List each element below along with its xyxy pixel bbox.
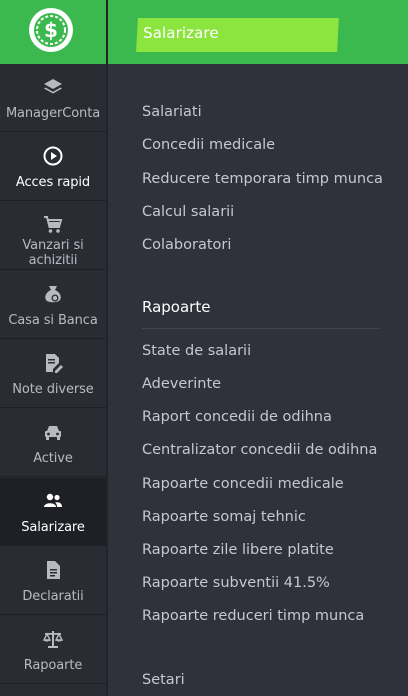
svg-text:$: $ [44, 18, 58, 42]
link-centralizator-concedii-de-odihna[interactable]: Centralizator concedii de odihna [142, 442, 377, 458]
link-reducere-temporara-timp-munca[interactable]: Reducere temporara timp munca [142, 171, 383, 187]
money-bag-icon [45, 286, 61, 303]
main-menu: Salariati Concedii medicale Reducere tem… [108, 64, 408, 696]
people-icon [44, 493, 62, 507]
sidebar-item-salarizare[interactable]: Salarizare [0, 478, 106, 546]
sidebar-item-note-diverse[interactable]: Note diverse [0, 340, 106, 408]
link-concedii-medicale[interactable]: Concedii medicale [142, 137, 275, 153]
car-icon [45, 426, 61, 440]
page-title: Salarizare [136, 18, 339, 52]
link-colaboratori[interactable]: Colaboratori [142, 237, 231, 253]
link-rapoarte-concedii-medicale[interactable]: Rapoarte concedii medicale [142, 476, 344, 492]
top-bar: $ Salarizare [0, 0, 408, 64]
play-circle-icon [43, 146, 63, 166]
sidebar-item-active[interactable]: Active [0, 409, 106, 477]
section-heading-rapoarte: Rapoarte [142, 298, 211, 316]
shopping-cart-icon [44, 216, 63, 233]
scale-icon [42, 631, 64, 648]
link-rapoarte-zile-libere-platite[interactable]: Rapoarte zile libere platite [142, 542, 334, 558]
sidebar-item-acces-rapid[interactable]: Acces rapid [0, 133, 106, 201]
sidebar-item-label: Note diverse [12, 382, 94, 397]
link-rapoarte-somaj-tehnic[interactable]: Rapoarte somaj tehnic [142, 509, 306, 525]
sidebar-item-casa-si-banca[interactable]: Casa si Banca [0, 271, 106, 339]
sidebar-item-label: ManagerConta [5, 106, 101, 121]
link-calcul-salarii[interactable]: Calcul salarii [142, 204, 234, 220]
link-state-de-salarii[interactable]: State de salarii [142, 343, 251, 359]
link-raport-concedii-de-odihna[interactable]: Raport concedii de odihna [142, 409, 332, 425]
sidebar-item-label: Casa si Banca [8, 313, 98, 328]
link-salariati[interactable]: Salariati [142, 104, 202, 120]
link-adeverinte[interactable]: Adeverinte [142, 376, 221, 392]
link-rapoarte-subventii[interactable]: Rapoarte subventii 41.5% [142, 575, 330, 591]
sidebar-item-label: Active [33, 451, 73, 466]
link-rapoarte-reduceri-timp-munca[interactable]: Rapoarte reduceri timp munca [142, 608, 364, 624]
section-divider [142, 328, 379, 329]
sidebar-item-vanzari-si-achizitii[interactable]: Vanzari si achizitii [0, 202, 106, 270]
sidebar-item-label: Declaratii [22, 589, 84, 604]
sidebar: ManagerConta Acces rapid Vanzari si achi… [0, 64, 106, 696]
sidebar-item-declaratii[interactable]: Declaratii [0, 547, 106, 615]
page-title-label: Salarizare [143, 24, 219, 42]
link-setari[interactable]: Setari [142, 672, 185, 688]
note-edit-icon [46, 354, 63, 373]
sidebar-item-label: Acces rapid [15, 175, 91, 190]
sidebar-item-managerconta[interactable]: ManagerConta [0, 64, 106, 132]
sidebar-item-label: Rapoarte [23, 658, 83, 673]
sidebar-item-label: Vanzari si achizitii [22, 238, 84, 268]
sidebar-item-rapoarte[interactable]: Rapoarte [0, 616, 106, 684]
layers-icon [44, 79, 62, 94]
sidebar-item-label: Salarizare [21, 520, 85, 535]
document-icon [47, 561, 60, 579]
dollar-coin-icon[interactable]: $ [29, 8, 73, 52]
